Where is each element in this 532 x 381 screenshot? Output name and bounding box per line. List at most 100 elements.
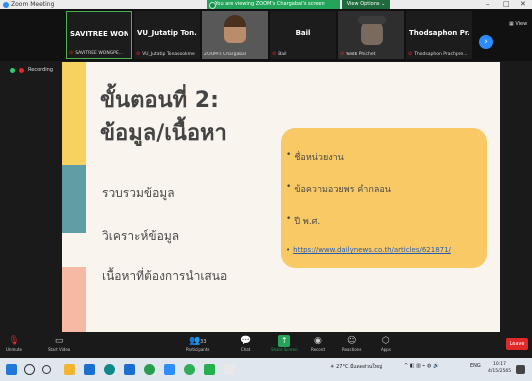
video-tile[interactable]: ZOOM's Chargabal (202, 11, 268, 59)
mic-muted-icon: ⊘ (340, 50, 345, 57)
video-off-icon: ▭ (54, 336, 64, 346)
participant-name: VU_Jutatip Ton... (137, 29, 197, 37)
store-icon[interactable] (124, 364, 135, 375)
video-tile[interactable]: VU_Jutatip Ton... ⊘ VU_Jutatip Tonasookme (134, 11, 200, 59)
view-options-label: View Options (346, 1, 380, 7)
taskbar-clock[interactable]: 10:17 4/15/2565 (488, 361, 511, 375)
card-bullet: • ชื่อหน่วยงาน (286, 150, 344, 164)
decorative-band-teal (62, 165, 86, 233)
chat-icon: 💬 (240, 336, 252, 346)
zoom-taskbar-icon[interactable] (84, 364, 95, 375)
article-link[interactable]: https://www.dailynews.co.th/articles/621… (293, 246, 451, 254)
slide-heading: ขั้นตอนที่ 2: ข้อมูล/เนื้อหา (100, 84, 227, 150)
reactions-button[interactable]: ☺ Reactions (342, 335, 361, 353)
reactions-icon: ☺ (347, 336, 357, 346)
video-tile[interactable]: SAVITREE WON... ⊘SAVITREE WONGPE... (66, 11, 132, 59)
system-tray[interactable]: ^ ◧ ▥ ⌁ ◍ 🔊 (404, 363, 439, 369)
chrome-profile-icon[interactable] (184, 364, 195, 375)
bullet-text: ชื่อหน่วยงาน (294, 153, 344, 163)
mic-muted-icon: ⊘ (136, 51, 141, 57)
card-bullet: • ปี พ.ศ. (286, 214, 320, 228)
participant-label-text: Bail (278, 51, 287, 57)
unmute-button[interactable]: 🎙 Unmute (6, 335, 22, 353)
unmute-label: Unmute (6, 347, 22, 352)
participant-label: ZOOM's Chargabal (204, 52, 266, 57)
reactions-label: Reactions (342, 347, 362, 352)
gallery-view-button[interactable]: ▦ View (509, 21, 527, 27)
video-tile[interactable]: Bail ⊘ Bail (270, 11, 336, 59)
record-label: Record (311, 347, 325, 352)
apps-icon: ⬡ (382, 336, 390, 346)
bullet-text: ปี พ.ศ. (294, 217, 321, 227)
slide-heading-line1: ขั้นตอนที่ 2: (100, 88, 219, 113)
weather-text: 27°C มีแดดส่วนใหญ่ (336, 364, 383, 370)
security-shield-icon (10, 67, 15, 73)
start-video-button[interactable]: ▭ Start Video (48, 335, 70, 353)
zoom-logo-icon (3, 1, 9, 8)
meeting-toolbar: 🎙 Unmute ▭ Start Video 👥33 Participants … (0, 332, 532, 358)
mic-muted-icon: ⊘ (69, 50, 74, 56)
slide-heading-line2: ข้อมูล/เนื้อหา (100, 121, 227, 146)
apps-button[interactable]: ⬡ Apps (381, 335, 391, 353)
weather-icon: ☀ (330, 364, 335, 370)
weather-widget[interactable]: ☀ 27°C มีแดดส่วนใหญ่ (330, 363, 382, 371)
bullet-dot-icon: • (286, 246, 291, 254)
apps-label: Apps (381, 347, 391, 352)
mic-muted-icon: ⊘ (272, 51, 277, 57)
chat-button[interactable]: 💬 Chat (240, 335, 251, 353)
decorative-band-cream (62, 233, 86, 267)
share-screen-label: Share Screen (271, 347, 298, 352)
shared-screen-slide: ขั้นตอนที่ 2: ข้อมูล/เนื้อหา รวบรวมข้อมู… (62, 62, 500, 332)
input-language[interactable]: ENG (470, 363, 481, 369)
windows-start-icon[interactable] (6, 364, 17, 375)
video-strip: SAVITREE WON... ⊘SAVITREE WONGPE... VU_J… (0, 9, 532, 61)
close-button[interactable]: ✕ (520, 0, 526, 9)
file-explorer-icon[interactable] (64, 364, 75, 375)
app-title: Zoom Meeting (3, 0, 54, 9)
minimize-button[interactable]: – (486, 0, 490, 9)
slide-left-item: วิเคราะห์ข้อมูล (102, 229, 180, 243)
participant-label-text: SAVITREE WONGPE... (75, 50, 124, 56)
notification-icon[interactable] (516, 365, 525, 374)
share-screen-icon: ↑ (278, 335, 291, 347)
participants-button[interactable]: 👥33 Participants (186, 335, 210, 353)
recording-indicator: Recording (10, 67, 53, 73)
participant-name: SAVITREE WON... (70, 30, 128, 38)
title-bar: Zoom Meeting You are viewing ZOOM's Char… (0, 0, 532, 9)
participants-count: 33 (200, 339, 207, 345)
edge-icon[interactable] (104, 364, 115, 375)
video-tile[interactable]: Thodsaphon Pr... ⊘ Thodsaphon Prachpre... (406, 11, 472, 59)
mic-muted-icon: 🎙 (8, 336, 20, 346)
maximize-button[interactable]: □ (503, 0, 510, 9)
card-bullet: • ข้อความอวยพร คำกลอน (286, 182, 391, 196)
leave-button[interactable]: Leave (506, 338, 528, 350)
recording-label: Recording (28, 67, 54, 73)
share-screen-button[interactable]: ↑ Share Screen (271, 335, 298, 353)
video-tile[interactable]: ⊘ พลอย Phichet (338, 11, 404, 59)
bullet-dot-icon: • (286, 214, 292, 224)
decorative-band-pink (62, 267, 86, 332)
recording-dot-icon (19, 67, 24, 73)
participant-label-text: Thodsaphon Prachpre... (414, 51, 468, 57)
participant-label: ⊘ VU_Jutatip Tonasookme (136, 51, 198, 57)
search-icon[interactable] (24, 364, 35, 375)
clock-time: 10:17 (493, 362, 507, 367)
gallery-view-label: View (515, 21, 528, 27)
participant-label-text: VU_Jutatip Tonasookme (142, 51, 195, 57)
participants-label: Participants (186, 347, 210, 352)
chrome-icon[interactable] (144, 364, 155, 375)
participant-label: ⊘ พลอย Phichet (340, 50, 402, 58)
mic-muted-icon: ⊘ (408, 51, 413, 57)
view-options-button[interactable]: View Options ⌄ (342, 0, 390, 9)
record-button[interactable]: ◉ Record (311, 335, 325, 353)
start-video-label: Start Video (48, 347, 71, 352)
line-app-icon[interactable] (204, 364, 215, 375)
bullet-dot-icon: • (286, 182, 292, 192)
pinned-app-icon[interactable] (224, 364, 235, 375)
clock-date: 4/15/2565 (488, 369, 512, 374)
zoom-app-icon[interactable] (164, 364, 175, 375)
participant-label-text: ZOOM's Chargabal (204, 52, 247, 57)
cortana-icon[interactable] (42, 365, 51, 374)
next-page-button[interactable]: › (479, 35, 493, 49)
decorative-band-yellow (62, 62, 86, 165)
